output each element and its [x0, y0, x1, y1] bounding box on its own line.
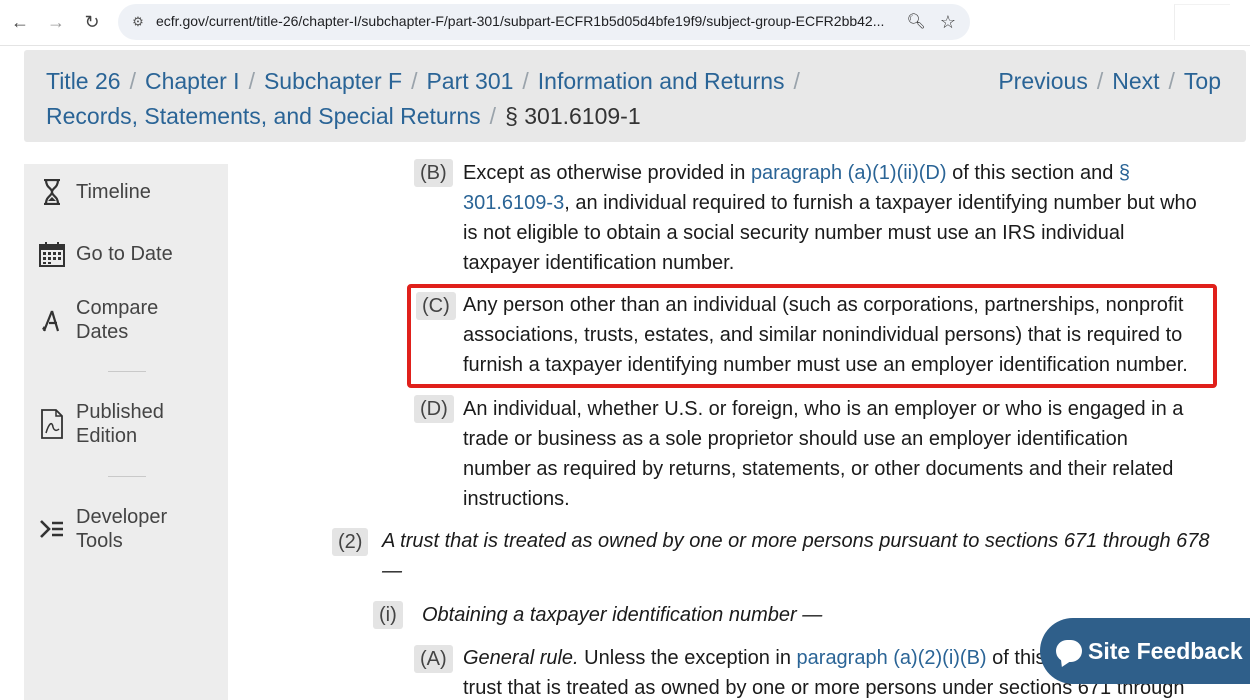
- sidebar-item-timeline[interactable]: Timeline: [38, 178, 218, 206]
- sidebar-divider: [108, 371, 146, 372]
- zoom-icon[interactable]: 🔍︎: [904, 10, 928, 34]
- breadcrumb-subject-group[interactable]: Records, Statements, and Special Returns: [46, 103, 481, 129]
- text-run: is not eligible to obtain a social secur…: [463, 222, 1125, 244]
- sidebar-item-go-to-date[interactable]: Go to Date: [38, 240, 218, 268]
- developer-icon: [38, 515, 66, 543]
- text-run: , an individual required to furnish a ta…: [564, 192, 1197, 214]
- top-link[interactable]: Top: [1184, 68, 1221, 94]
- paragraph-subheading: General rule.: [463, 647, 579, 669]
- reload-icon[interactable]: ↻: [80, 10, 104, 34]
- sidebar-item-label: Developer Tools: [76, 505, 167, 553]
- breadcrumb-separator: /: [489, 103, 497, 129]
- sidebar-label-line: Compare: [76, 297, 159, 319]
- text-run: An individual, whether U.S. or foreign, …: [463, 398, 1184, 420]
- sidebar-item-label: Compare Dates: [76, 296, 158, 344]
- hourglass-icon: [38, 178, 66, 206]
- paragraph-marker: (D): [414, 395, 454, 423]
- sidebar-divider: [108, 476, 146, 477]
- forward-arrow-icon[interactable]: →: [44, 10, 68, 34]
- sidebar-item-label: Timeline: [76, 181, 151, 203]
- text-run: furnish a taxpayer identifying number mu…: [463, 354, 1188, 376]
- bookmark-star-icon[interactable]: ☆: [936, 10, 960, 34]
- breadcrumb-separator: /: [248, 68, 255, 94]
- breadcrumb-subpart[interactable]: Information and Returns: [538, 68, 785, 94]
- paragraph-marker: (i): [373, 601, 403, 629]
- breadcrumb-separator: /: [411, 68, 418, 94]
- text-run: number as required by returns, statement…: [463, 458, 1174, 480]
- paragraph-link[interactable]: paragraph (a)(1)(ii)(D): [751, 162, 947, 184]
- breadcrumb-bar: Title 26 / Chapter I / Subchapter F / Part 301…: [24, 50, 1246, 142]
- breadcrumb-chapter[interactable]: Chapter I: [145, 68, 240, 94]
- paragraph-marker: (2): [332, 528, 369, 556]
- text-run: of this section and: [946, 162, 1119, 184]
- text-run: associations, trusts, estates, and simil…: [463, 324, 1183, 346]
- text-run: Unless the exception in: [578, 647, 797, 669]
- pager-separator: /: [1096, 68, 1104, 94]
- calendar-icon: [38, 240, 66, 268]
- paragraph-marker: (C): [416, 292, 456, 320]
- breadcrumb-title[interactable]: Title 26: [46, 68, 121, 94]
- text-run: A trust that is treated as owned by one …: [382, 530, 1210, 552]
- next-link[interactable]: Next: [1112, 68, 1159, 94]
- text-run: instructions.: [463, 488, 570, 510]
- paragraph-marker: (B): [414, 159, 453, 187]
- sidebar-item-label: Go to Date: [76, 243, 173, 265]
- address-bar[interactable]: ⚙ ecfr.gov/current/title-26/chapter-I/su…: [118, 4, 970, 40]
- previous-link[interactable]: Previous: [998, 68, 1087, 94]
- sidebar-item-published-edition[interactable]: Published Edition: [38, 400, 218, 448]
- sidebar-label-line: Edition: [76, 425, 138, 447]
- paragraph-link[interactable]: paragraph (a)(2)(i)(B): [797, 647, 987, 669]
- sidebar-label-line: Published: [76, 401, 164, 423]
- document-icon: [38, 409, 66, 439]
- chat-bubble-icon: [1056, 640, 1082, 662]
- url-text[interactable]: ecfr.gov/current/title-26/chapter-I/subc…: [156, 13, 896, 29]
- back-arrow-icon[interactable]: ←: [8, 10, 32, 34]
- browser-toolbar: ← → ↻ ⚙ ecfr.gov/current/title-26/chapte…: [0, 0, 1250, 46]
- section-link[interactable]: 301.6109-3: [463, 192, 564, 214]
- site-info-icon[interactable]: ⚙: [128, 12, 148, 32]
- site-feedback-button[interactable]: Site Feedback: [1040, 618, 1250, 684]
- text-run: —: [382, 560, 402, 582]
- breadcrumb-separator: /: [793, 68, 800, 94]
- paragraph-heading: A trust that is treated as owned by one …: [382, 526, 1212, 586]
- compare-icon: [38, 306, 66, 334]
- breadcrumb-subchapter[interactable]: Subchapter F: [264, 68, 402, 94]
- breadcrumb: Title 26 / Chapter I / Subchapter F / Part 301…: [46, 64, 866, 134]
- paragraph-text: Any person other than an individual (suc…: [463, 290, 1233, 380]
- sidebar: Timeline Go to Date Compare Dates Publish…: [24, 164, 228, 700]
- breadcrumb-separator: /: [129, 68, 136, 94]
- breadcrumb-current: § 301.6109-1: [505, 103, 641, 129]
- paragraph-heading: Obtaining a taxpayer identification numb…: [422, 604, 823, 626]
- sidebar-label-line: Tools: [76, 530, 123, 552]
- text-run: Any person other than an individual (suc…: [463, 294, 1184, 316]
- paragraph-marker: (A): [414, 645, 453, 673]
- section-link[interactable]: §: [1119, 162, 1130, 184]
- text-run: Except as otherwise provided in: [463, 162, 751, 184]
- paragraph-text: Except as otherwise provided in paragrap…: [463, 158, 1233, 278]
- text-run: of this: [986, 647, 1046, 669]
- breadcrumb-separator: /: [522, 68, 529, 94]
- sidebar-item-developer-tools[interactable]: Developer Tools: [38, 505, 218, 553]
- section-pager: Previous / Next / Top: [998, 64, 1221, 99]
- sidebar-item-compare-dates[interactable]: Compare Dates: [38, 296, 218, 344]
- pager-separator: /: [1168, 68, 1175, 94]
- breadcrumb-part[interactable]: Part 301: [426, 68, 513, 94]
- paragraph-text: An individual, whether U.S. or foreign, …: [463, 394, 1233, 514]
- extension-area: [1174, 4, 1230, 40]
- text-run: trade or business as a sole proprietor s…: [463, 428, 1128, 450]
- sidebar-label-line: Dates: [76, 321, 129, 343]
- text-run: taxpayer identification number.: [463, 252, 735, 274]
- sidebar-label-line: Developer: [76, 506, 168, 528]
- sidebar-item-label: Published Edition: [76, 400, 164, 448]
- site-feedback-label: Site Feedback: [1088, 637, 1243, 664]
